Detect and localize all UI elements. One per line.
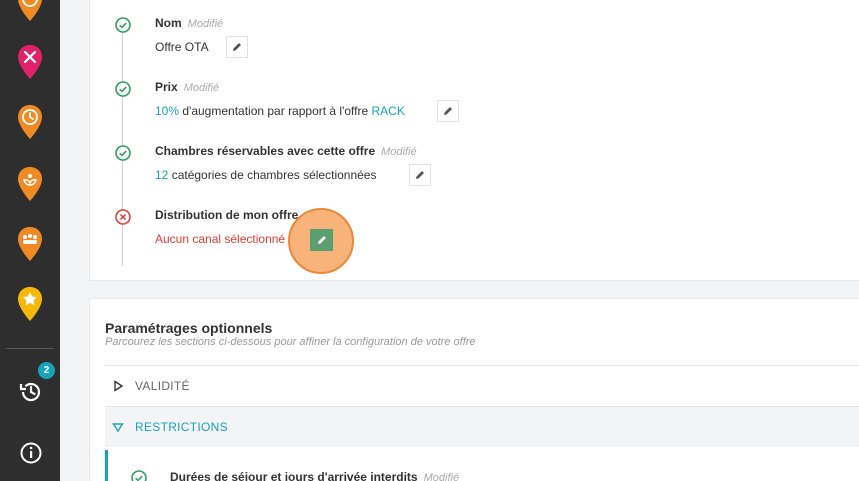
step-value-prix: 10% d'augmentation par rapport à l'offre…	[155, 104, 405, 118]
spa-pin-icon[interactable]	[16, 166, 44, 202]
restrictions-accent-bar	[105, 450, 108, 481]
section-label: RESTRICTIONS	[135, 420, 228, 434]
optional-settings-subtitle: Parcourez les sections ci-dessous pour a…	[105, 336, 476, 348]
info-icon[interactable]	[18, 440, 44, 466]
time-pin-icon[interactable]	[16, 104, 44, 140]
pencil-icon	[317, 236, 326, 244]
edit-chambres-button[interactable]	[409, 164, 431, 186]
step-title-distribution: Distribution de mon offre	[155, 208, 299, 222]
check-circle-icon	[115, 81, 131, 97]
pencil-icon	[416, 171, 424, 179]
modified-label: Modifié	[183, 82, 220, 94]
step-value-chambres: 12 catégories de chambres sélectionnées	[155, 168, 377, 182]
error-circle-icon	[115, 209, 131, 225]
check-circle-icon	[131, 470, 147, 481]
edit-distribution-button[interactable]	[310, 229, 333, 251]
step-value-distribution: Aucun canal sélectionné	[155, 232, 286, 246]
step-title-chambres: Chambres réservables avec cette offre Mod…	[155, 144, 417, 158]
step-title-nom: Nom Modifié	[155, 16, 224, 30]
clock-pin-icon[interactable]	[16, 0, 44, 22]
section-label: VALIDITÉ	[135, 379, 190, 393]
pencil-icon	[444, 107, 452, 115]
section-validite[interactable]: VALIDITÉ	[105, 366, 859, 406]
check-circle-icon	[115, 145, 131, 161]
triangle-down-icon	[112, 423, 124, 433]
history-icon[interactable]	[18, 379, 44, 405]
modified-label: Modifié	[381, 146, 417, 158]
triangle-right-icon	[114, 380, 124, 392]
group-pin-icon[interactable]	[16, 226, 44, 262]
modified-label: Modifié	[187, 18, 224, 30]
edit-nom-button[interactable]	[226, 36, 248, 58]
step-value-nom: Offre OTA	[155, 40, 209, 54]
modified-label: Modifié	[423, 472, 460, 481]
sidebar: 2	[0, 0, 60, 481]
sidebar-divider	[6, 348, 54, 349]
pencil-icon	[233, 43, 241, 51]
check-circle-icon	[115, 17, 131, 33]
restaurant-pin-icon[interactable]	[16, 44, 44, 80]
step-title-prix: Prix Modifié	[155, 80, 220, 94]
edit-prix-button[interactable]	[437, 100, 459, 122]
section-restrictions[interactable]: RESTRICTIONS	[105, 407, 859, 447]
restriction-item-sejour[interactable]: Durées de séjour et jours d'arrivée inte…	[170, 470, 459, 481]
history-badge: 2	[38, 362, 55, 379]
star-pin-icon[interactable]	[16, 286, 44, 322]
optional-settings-title: Paramétrages optionnels	[105, 320, 273, 336]
